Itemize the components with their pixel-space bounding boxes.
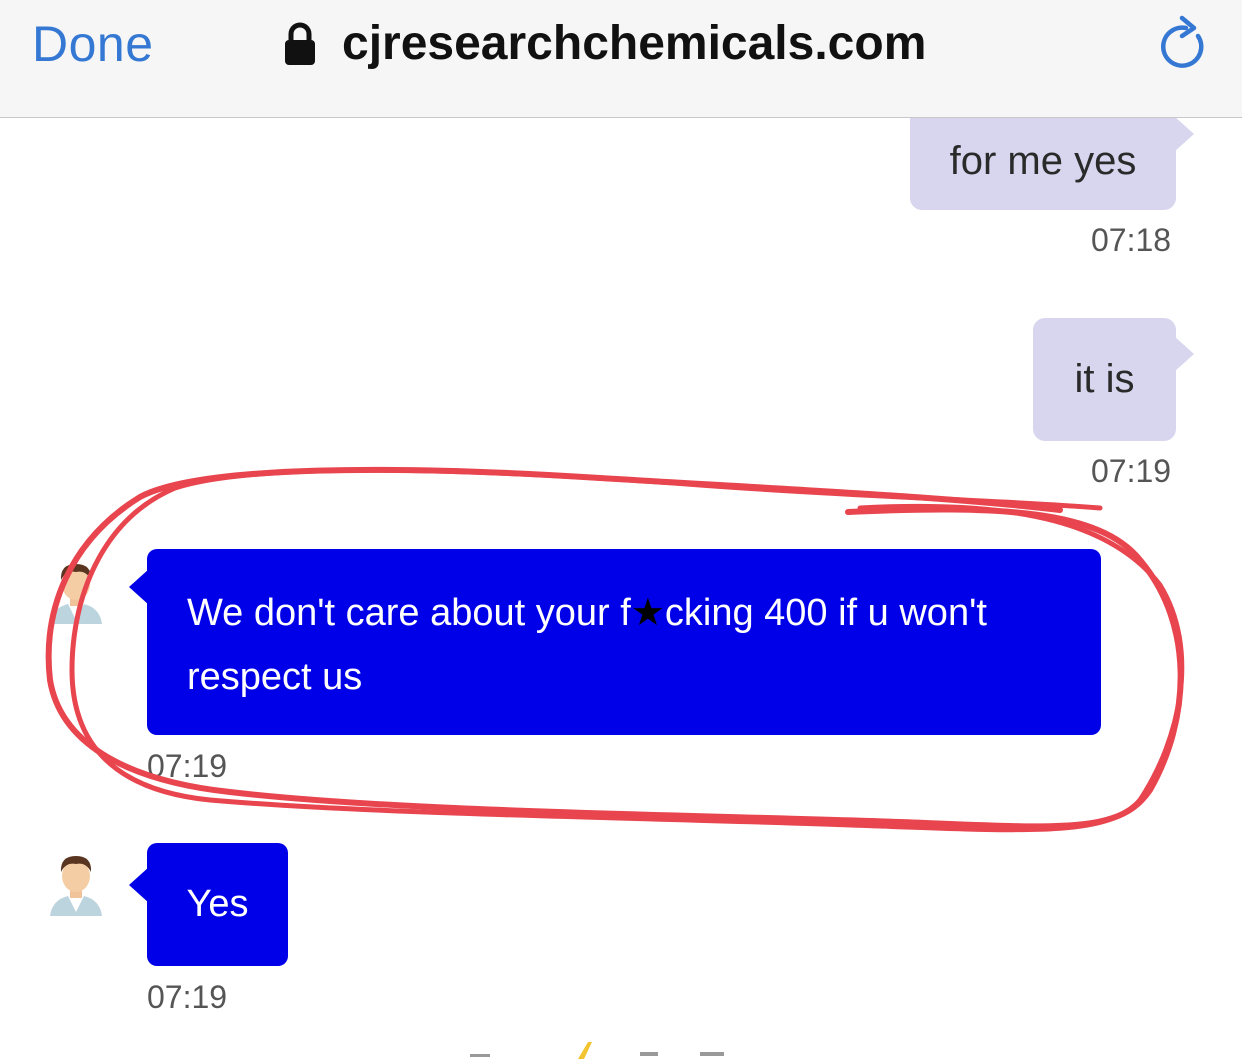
outgoing-message: it is bbox=[1033, 318, 1194, 441]
bubble-tail bbox=[129, 569, 149, 605]
message-time: 07:19 bbox=[147, 748, 228, 784]
avatar bbox=[46, 558, 106, 630]
incoming-message: Yes bbox=[129, 843, 288, 966]
bubble-tail bbox=[129, 867, 149, 903]
bubble-tail bbox=[1174, 336, 1194, 372]
chat-thread[interactable]: for me yes 07:18 it is 07:19 We don't ca… bbox=[0, 118, 1242, 1059]
address-bar[interactable]: cjresearchchemicals.com bbox=[284, 14, 926, 74]
message-time: 07:18 bbox=[1091, 222, 1172, 258]
message-text: it is bbox=[1074, 357, 1135, 401]
message-text-part: respect us bbox=[187, 656, 363, 698]
message-text: for me yes bbox=[949, 138, 1137, 183]
message-time: 07:19 bbox=[1091, 453, 1172, 489]
incoming-message: We don't care about your f★cking 400 if … bbox=[129, 549, 1101, 735]
message-time: 07:19 bbox=[147, 979, 228, 1015]
message-text: Yes bbox=[186, 883, 249, 925]
message-text-part: cking 400 if u won't bbox=[664, 592, 987, 634]
browser-toolbar: Done cjresearchchemicals.com bbox=[0, 0, 1242, 118]
done-button[interactable]: Done bbox=[32, 14, 154, 74]
partial-footer-element bbox=[460, 1038, 780, 1059]
bubble-tail bbox=[1174, 118, 1194, 152]
url-text: cjresearchchemicals.com bbox=[342, 17, 927, 70]
browser-page: Done cjresearchchemicals.com for me yes … bbox=[0, 0, 1242, 1059]
avatar bbox=[46, 850, 106, 922]
outgoing-message: for me yes bbox=[910, 118, 1194, 210]
message-text-part: We don't care about your f bbox=[187, 592, 631, 634]
reload-icon[interactable] bbox=[1158, 14, 1210, 72]
lock-icon bbox=[284, 21, 316, 67]
star-overlay: ★ bbox=[630, 592, 665, 634]
